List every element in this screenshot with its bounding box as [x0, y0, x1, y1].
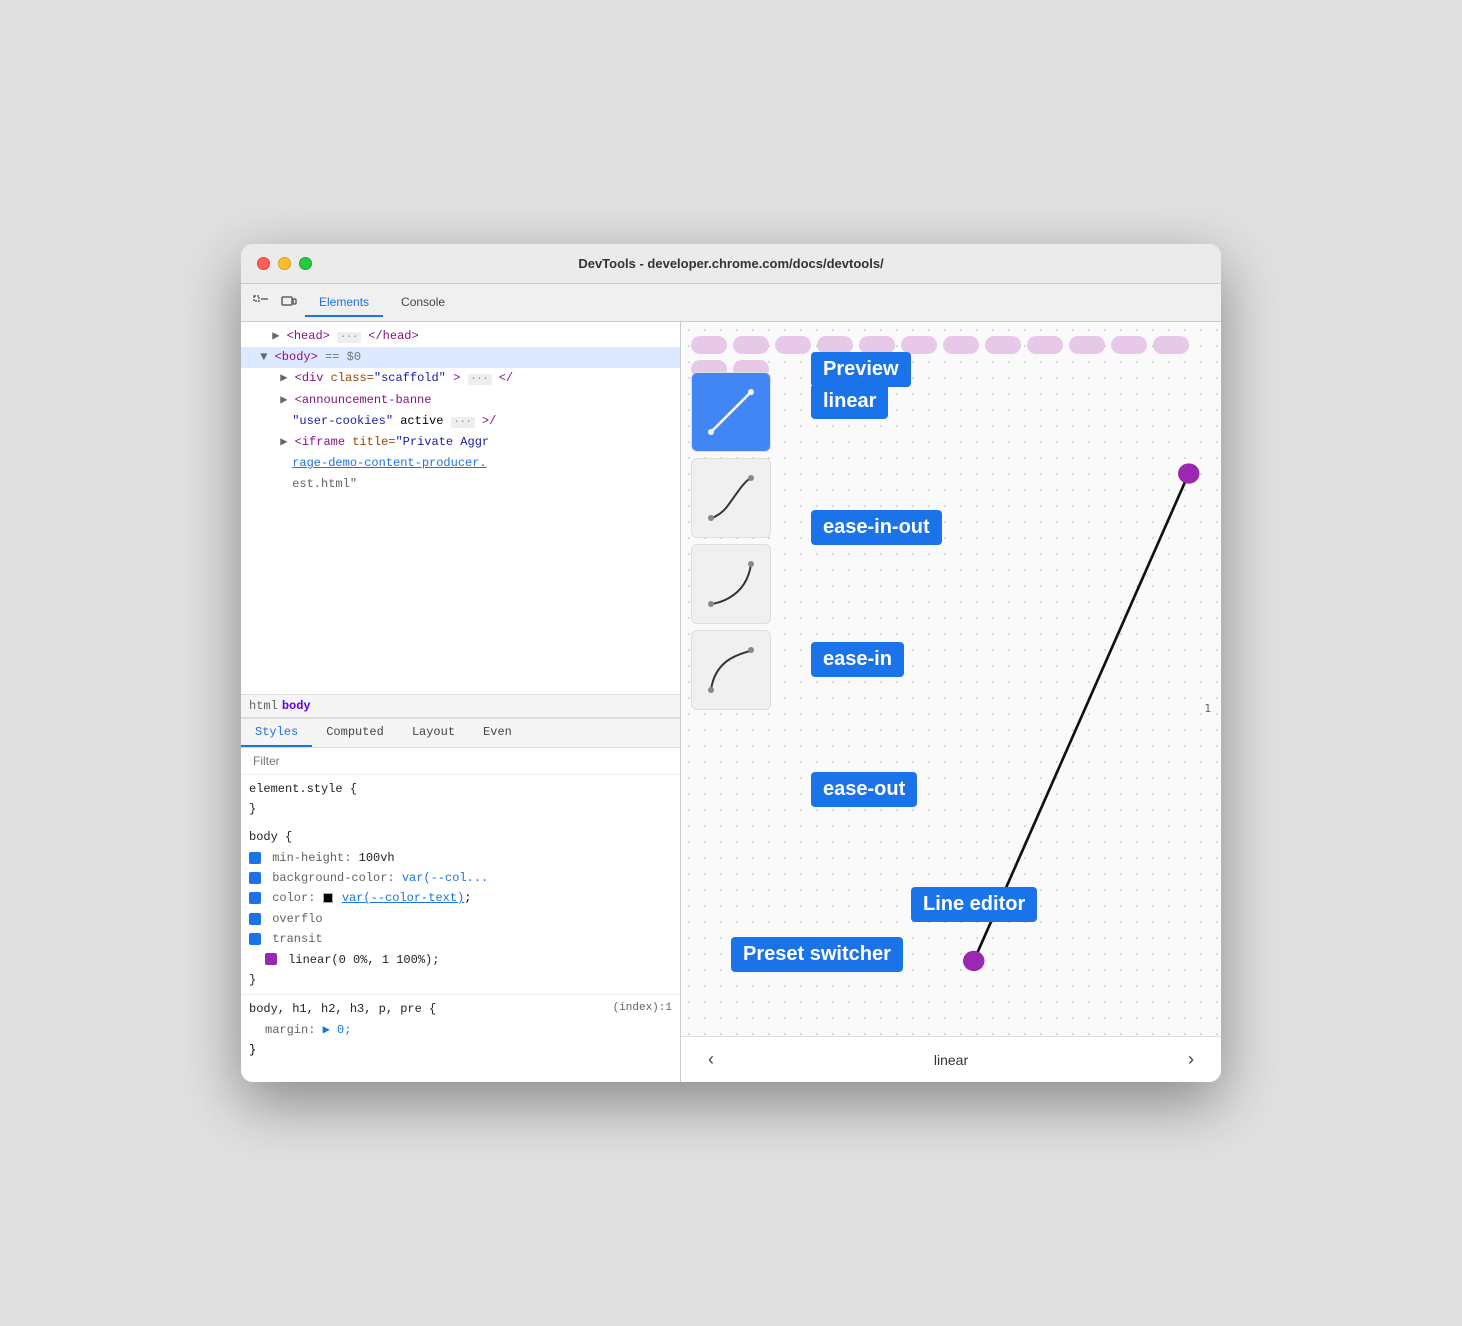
checkbox-color[interactable] — [249, 892, 261, 904]
css-body-selector: body { — [249, 830, 292, 844]
tab-elements[interactable]: Elements — [305, 289, 383, 317]
dom-line-cookies[interactable]: "user-cookies" active ··· >/ — [241, 411, 680, 432]
pink-pill-6 — [901, 336, 937, 354]
css-val-minheight: 100vh — [359, 851, 395, 865]
minimize-button[interactable] — [278, 257, 291, 270]
line-editor-area[interactable] — [791, 372, 1221, 1032]
checkbox-overflow[interactable] — [249, 913, 261, 925]
preset-ease-in-out[interactable] — [691, 458, 771, 538]
checkbox-minheight[interactable] — [249, 852, 261, 864]
css-close: } — [249, 802, 256, 816]
dom-line-iframe[interactable]: ▶ <iframe title="Private Aggr — [241, 432, 680, 453]
css-prop-color: color: — [272, 891, 322, 905]
pink-pill-11 — [1111, 336, 1147, 354]
tab-styles[interactable]: Styles — [241, 719, 312, 747]
preview-nav: ‹ linear › — [681, 1036, 1221, 1082]
pink-pill-2 — [733, 336, 769, 354]
css-val-color[interactable]: var(--color-text) — [342, 891, 464, 905]
css-val-bgcolor: var(--col... — [402, 871, 488, 885]
window-title: DevTools - developer.chrome.com/docs/dev… — [578, 256, 883, 271]
extra-selector: body, h1, h2, h3, p, pre { — [249, 1002, 436, 1016]
close-button[interactable] — [257, 257, 270, 270]
styles-panel: Styles Computed Layout Even — [241, 718, 680, 1083]
preset-ease-out[interactable] — [691, 630, 771, 710]
preset-cards — [691, 372, 771, 710]
line-editor-svg[interactable] — [791, 372, 1221, 1032]
prev-button[interactable]: ‹ — [697, 1049, 725, 1070]
css-rule-element: element.style { } — [241, 775, 680, 824]
line-number: 1 — [1204, 702, 1211, 715]
extra-css-rule: (index):1 body, h1, h2, h3, p, pre { mar… — [241, 994, 680, 1064]
dom-line-est[interactable]: est.html" — [241, 474, 680, 495]
pink-pill-4 — [817, 336, 853, 354]
breadcrumb: html body — [241, 694, 680, 718]
pink-pill-8 — [985, 336, 1021, 354]
css-rule-body: body { min-height: 100vh background-colo… — [241, 823, 680, 994]
pink-pill-5 — [859, 336, 895, 354]
devtools-window: DevTools - developer.chrome.com/docs/dev… — [241, 244, 1221, 1082]
devtools-tabbar: Elements Console — [241, 284, 1221, 322]
next-button[interactable]: › — [1177, 1049, 1205, 1070]
maximize-button[interactable] — [299, 257, 312, 270]
extra-close: } — [249, 1043, 256, 1057]
checkbox-bgcolor[interactable] — [249, 872, 261, 884]
window-controls — [257, 257, 312, 270]
dom-line-scaffold[interactable]: ▶ <div class="scaffold" > ··· </ — [241, 368, 680, 389]
pink-pill-10 — [1069, 336, 1105, 354]
dom-tree[interactable]: ▶ <head> ··· </head> ▼ <body> == $0 ▶ <d… — [241, 322, 680, 694]
dom-line-head[interactable]: ▶ <head> ··· </head> — [241, 326, 680, 347]
device-icon[interactable] — [277, 291, 301, 315]
elements-panel: ▶ <head> ··· </head> ▼ <body> == $0 ▶ <d… — [241, 322, 681, 1082]
checkbox-transition[interactable] — [249, 933, 261, 945]
dom-line-rage[interactable]: rage-demo-content-producer. — [241, 453, 680, 474]
preset-linear[interactable] — [691, 372, 771, 452]
preset-ease-in[interactable] — [691, 544, 771, 624]
pink-pill-12 — [1153, 336, 1189, 354]
dom-line-banner[interactable]: ▶ <announcement-banne — [241, 390, 680, 411]
css-body-close: } — [249, 973, 256, 987]
titlebar: DevTools - developer.chrome.com/docs/dev… — [241, 244, 1221, 284]
source-link: (index):1 — [613, 999, 672, 1018]
breadcrumb-html[interactable]: html — [249, 699, 278, 713]
devtools-main: ▶ <head> ··· </head> ▼ <body> == $0 ▶ <d… — [241, 322, 1221, 1082]
filter-input[interactable] — [249, 752, 672, 770]
pink-pill-9 — [1027, 336, 1063, 354]
filter-bar — [241, 748, 680, 775]
color-swatch — [323, 893, 333, 903]
extra-prop-margin: margin: — [265, 1023, 323, 1037]
css-val-linear: linear(0 0%, 1 100%); — [288, 953, 439, 967]
css-prop-overflow: overflo — [272, 912, 322, 926]
css-prop-minheight: min-height: — [272, 851, 358, 865]
css-prop-transition: transit — [272, 932, 322, 946]
preview-panel: 1 ‹ linear › Preview linear ease-in-out … — [681, 322, 1221, 1082]
tab-layout[interactable]: Layout — [398, 719, 469, 747]
pink-pill-1 — [691, 336, 727, 354]
tab-console[interactable]: Console — [387, 289, 459, 317]
dom-line-body[interactable]: ▼ <body> == $0 — [241, 347, 680, 368]
nav-current-label: linear — [934, 1052, 968, 1068]
pink-pill-7 — [943, 336, 979, 354]
css-selector: element.style { — [249, 782, 357, 796]
pink-pill-3 — [775, 336, 811, 354]
breadcrumb-body[interactable]: body — [282, 699, 311, 713]
tab-computed[interactable]: Computed — [312, 719, 398, 747]
inspect-icon[interactable] — [249, 291, 273, 315]
checkbox-linear[interactable] — [265, 953, 277, 965]
tab-event[interactable]: Even — [469, 719, 526, 747]
styles-tabs: Styles Computed Layout Even — [241, 719, 680, 748]
css-prop-bgcolor: background-color: — [272, 871, 402, 885]
extra-val-margin: ▶ 0; — [323, 1023, 352, 1037]
